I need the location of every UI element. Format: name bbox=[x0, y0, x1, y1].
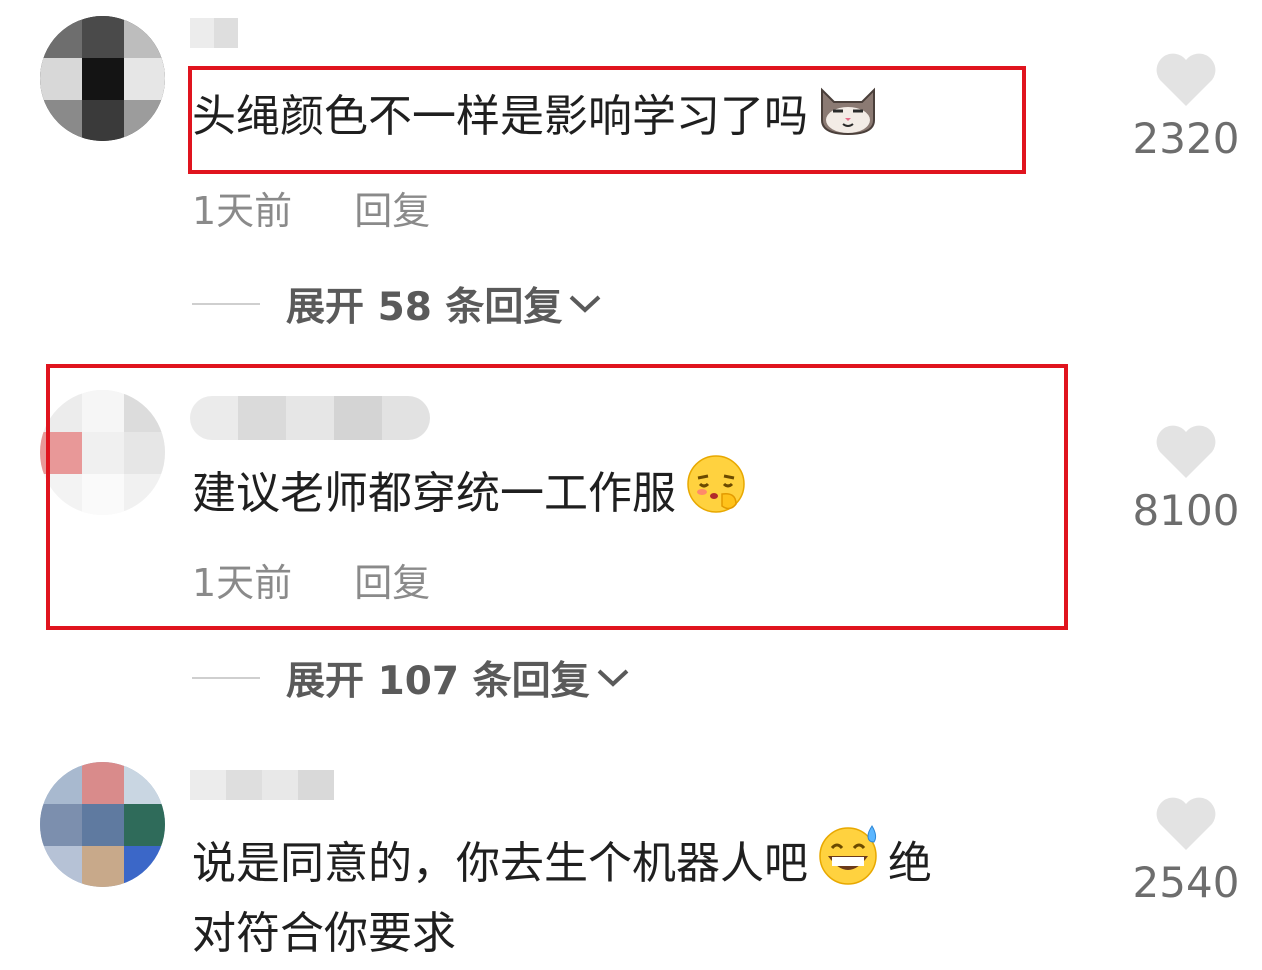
like-widget: 2320 bbox=[1128, 52, 1244, 163]
reply-button[interactable]: 回复 bbox=[354, 180, 430, 235]
expand-replies-label: 展开 107 条回复 bbox=[286, 659, 590, 704]
divider-line bbox=[192, 677, 260, 679]
like-count: 8100 bbox=[1132, 486, 1240, 535]
username-blurred[interactable] bbox=[190, 770, 334, 800]
username-blurred[interactable] bbox=[190, 18, 238, 48]
highlight-box bbox=[188, 66, 1026, 174]
avatar[interactable] bbox=[40, 16, 165, 141]
highlight-box bbox=[46, 364, 1068, 630]
like-count: 2320 bbox=[1132, 114, 1240, 163]
heart-icon[interactable] bbox=[1154, 796, 1218, 852]
heart-icon[interactable] bbox=[1154, 424, 1218, 480]
like-count: 2540 bbox=[1132, 858, 1240, 907]
comment-text: 说是同意的，你去生个机器人吧 绝 bbox=[192, 824, 932, 908]
divider-line bbox=[192, 303, 260, 305]
grinning-sweat-face-icon bbox=[816, 824, 884, 908]
chevron-down-icon bbox=[597, 669, 628, 687]
heart-icon[interactable] bbox=[1154, 52, 1218, 108]
like-widget: 2540 bbox=[1128, 796, 1244, 907]
expand-replies-button[interactable]: 展开 58 条回复 bbox=[192, 276, 602, 332]
chevron-down-icon bbox=[570, 295, 601, 313]
like-widget: 8100 bbox=[1128, 424, 1244, 535]
comment-text-line2: 对符合你要求 bbox=[192, 908, 456, 959]
comment-time: 1天前 bbox=[192, 189, 293, 233]
expand-replies-button[interactable]: 展开 107 条回复 bbox=[192, 650, 630, 706]
comment-meta: 1天前 回复 bbox=[192, 180, 430, 235]
expand-replies-label: 展开 58 条回复 bbox=[286, 285, 563, 330]
avatar[interactable] bbox=[40, 762, 165, 887]
